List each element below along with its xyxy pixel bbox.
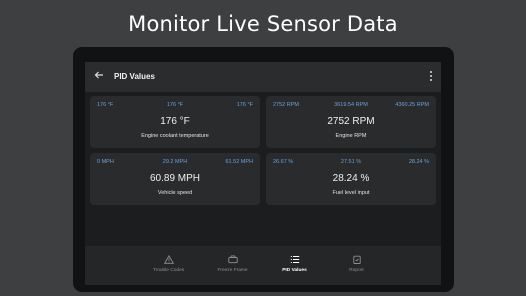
clipboard-icon <box>312 255 401 264</box>
pid-card-speed[interactable]: 0 MPH 29.2 MPH 61.52 MPH 60.89 MPH Vehic… <box>90 153 260 205</box>
stat-avg: 176 °F <box>166 102 184 108</box>
stat-max: 28.24 % <box>408 159 429 165</box>
pid-value: 28.24 % <box>332 173 370 184</box>
nav-label: Report <box>349 268 364 273</box>
stat-max: 61.52 MPH <box>225 159 253 165</box>
page-title: PID Values <box>114 72 155 81</box>
pid-value: 60.89 MPH <box>149 173 201 184</box>
nav-report[interactable]: Report <box>312 246 401 285</box>
app-bar: PID Values <box>85 62 441 92</box>
promo-title: Monitor Live Sensor Data <box>128 12 398 36</box>
stat-max: 176 °F <box>236 102 253 108</box>
pid-card-coolant[interactable]: 176 °F 176 °F 176 °F 176 °F Engine coola… <box>90 96 260 148</box>
pid-label: Fuel level input <box>332 190 370 196</box>
app-screen: PID Values 176 °F 176 °F 176 °F 176 °F E… <box>85 62 441 285</box>
pid-card-rpm[interactable]: 2752 RPM 3619.54 RPM 4360.25 RPM 2752 RP… <box>266 96 436 148</box>
pid-value: 2752 RPM <box>327 116 375 127</box>
pid-card-fuel[interactable]: 26.67 % 27.51 % 28.24 % 28.24 % Fuel lev… <box>266 153 436 205</box>
more-vert-icon[interactable] <box>428 71 434 83</box>
pid-value: 176 °F <box>160 116 190 127</box>
pid-label: Vehicle speed <box>157 190 193 196</box>
bottom-navigation: Trouble Codes Freeze Frame PID Values Re… <box>85 246 441 285</box>
pid-label: Engine RPM <box>335 133 367 139</box>
stat-max: 4360.25 RPM <box>395 102 429 108</box>
pid-label: Engine coolant temperature <box>141 133 209 139</box>
arrow-left-icon[interactable] <box>93 69 105 81</box>
